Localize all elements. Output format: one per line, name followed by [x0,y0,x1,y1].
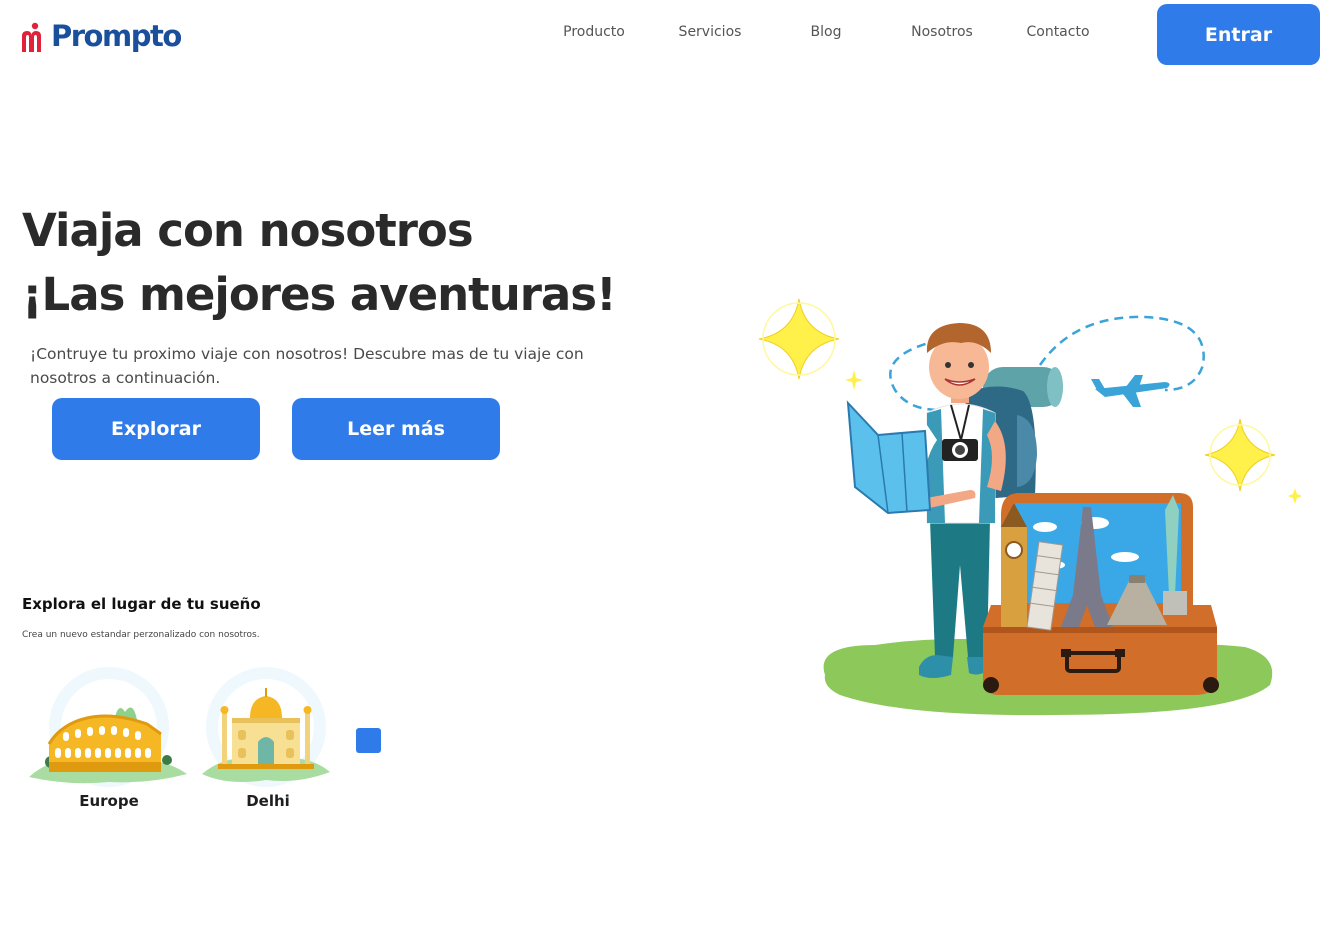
logo-text: Prompto [51,19,182,53]
hero-subtitle: ¡Contruye tu proximo viaje con nosotros!… [30,345,584,387]
read-more-button[interactable]: Leer más [292,398,500,460]
logo[interactable]: Prompto [20,14,182,54]
hero-title: Viaja con nosotros ¡Las mejores aventura… [22,200,617,328]
nav-nosotros[interactable]: Nosotros [911,24,973,40]
next-square-icon[interactable] [356,728,381,753]
nav-contacto[interactable]: Contacto [1026,24,1089,40]
hero-title-line1: Viaja con nosotros [22,204,474,257]
explore-title: Explora el lugar de tu sueño [22,595,261,613]
login-button[interactable]: Entrar [1157,4,1320,65]
nav-producto[interactable]: Producto [563,24,625,40]
place-card-delhi[interactable]: Delhi [188,662,348,822]
taj-mahal-icon [202,667,330,787]
nav-blog[interactable]: Blog [811,24,842,40]
place-label-europe: Europe [79,792,139,810]
place-card-europe[interactable]: Europe [29,662,189,822]
place-label-delhi: Delhi [246,792,290,810]
explore-subtitle: Crea un nuevo estandar perzonalizado con… [22,630,260,640]
explore-button[interactable]: Explorar [52,398,260,460]
traveler-with-suitcase-illustration [755,295,1315,725]
logo-mark-icon [20,22,50,54]
colosseum-icon [29,667,187,787]
hero-title-line2: ¡Las mejores aventuras! [22,268,617,321]
nav-servicios[interactable]: Servicios [679,24,742,40]
